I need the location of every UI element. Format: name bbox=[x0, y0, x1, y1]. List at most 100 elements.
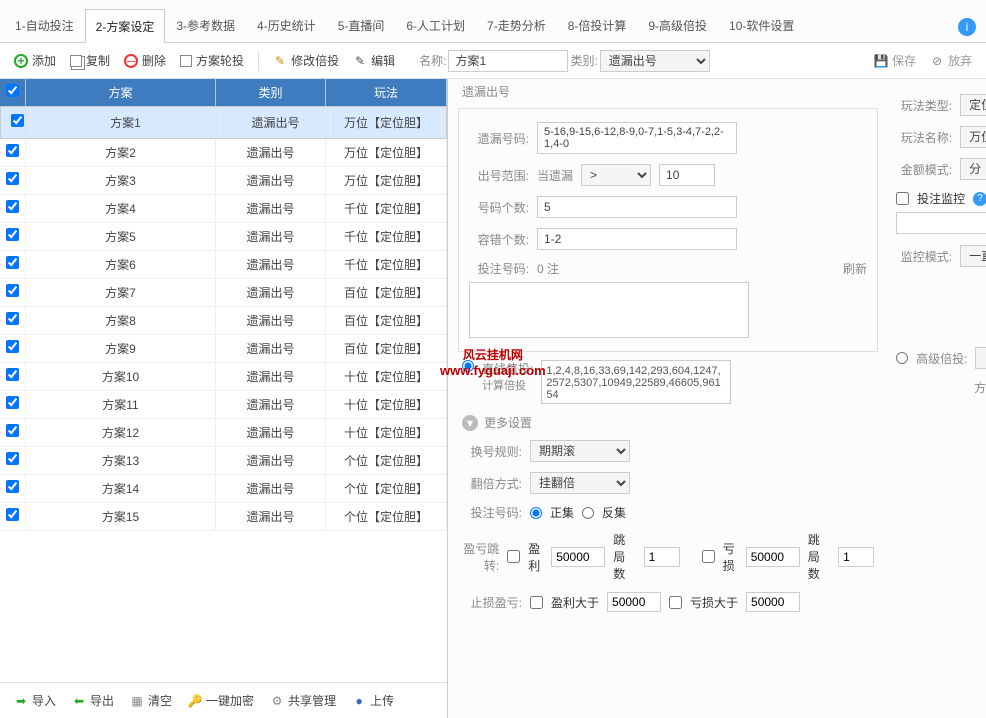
more-settings-header[interactable]: ▾更多设置 bbox=[462, 414, 888, 431]
row-checkbox[interactable] bbox=[6, 396, 19, 409]
table-row[interactable]: 方案5遗漏出号千位【定位胆】 bbox=[0, 223, 447, 251]
share-button[interactable]: ⚙共享管理 bbox=[264, 689, 342, 712]
row-checkbox[interactable] bbox=[6, 144, 19, 157]
cancel-button[interactable]: ⊘放弃 bbox=[924, 49, 978, 72]
loss-checkbox[interactable] bbox=[702, 550, 715, 563]
profit-gt-checkbox[interactable] bbox=[530, 596, 543, 609]
play-name-select[interactable]: 万位 bbox=[960, 126, 986, 148]
table-row[interactable]: 方案1遗漏出号万位【定位胆】 bbox=[0, 106, 447, 139]
play-type-select[interactable]: 定位胆 bbox=[960, 94, 986, 116]
loss-input[interactable] bbox=[746, 547, 800, 567]
loss-gt-checkbox[interactable] bbox=[669, 596, 682, 609]
row-checkbox[interactable] bbox=[6, 480, 19, 493]
save-button[interactable]: 💾保存 bbox=[868, 49, 922, 72]
encrypt-button[interactable]: 🔑一键加密 bbox=[182, 689, 260, 712]
table-row[interactable]: 方案8遗漏出号百位【定位胆】 bbox=[0, 307, 447, 335]
profit-checkbox[interactable] bbox=[507, 550, 520, 563]
header-play[interactable]: 玩法 bbox=[326, 79, 447, 106]
tab-4[interactable]: 5-直播间 bbox=[327, 8, 396, 42]
refresh-link[interactable]: 刷新 bbox=[843, 260, 867, 277]
miss-code-value[interactable]: 5-16,9-15,6-12,8-9,0-7,1-5,3-4,7-2,2-1,4… bbox=[537, 122, 737, 154]
range-op-select[interactable]: > bbox=[581, 164, 651, 186]
select-all-checkbox[interactable] bbox=[6, 84, 19, 97]
table-row[interactable]: 方案12遗漏出号十位【定位胆】 bbox=[0, 419, 447, 447]
edit-button[interactable]: ✎编辑 bbox=[347, 49, 401, 72]
name-input[interactable] bbox=[448, 50, 568, 72]
row-checkbox[interactable] bbox=[6, 368, 19, 381]
header-category[interactable]: 类别 bbox=[216, 79, 326, 106]
negative-radio[interactable] bbox=[582, 507, 594, 519]
tab-8[interactable]: 9-高级倍投 bbox=[637, 8, 718, 42]
plan-settings-link[interactable]: 方案设置 bbox=[974, 379, 986, 396]
tab-5[interactable]: 6-人工计划 bbox=[395, 8, 476, 42]
row-checkbox[interactable] bbox=[6, 172, 19, 185]
row-checkbox[interactable] bbox=[6, 340, 19, 353]
loss-gt-input[interactable] bbox=[746, 592, 800, 612]
add-button[interactable]: +添加 bbox=[8, 49, 62, 72]
tab-3[interactable]: 4-历史统计 bbox=[246, 8, 327, 42]
table-row[interactable]: 方案13遗漏出号个位【定位胆】 bbox=[0, 447, 447, 475]
row-checkbox-cell bbox=[0, 335, 26, 362]
calc-multiplier-link[interactable]: 计算倍投 bbox=[482, 380, 526, 392]
adv-multiplier-select[interactable] bbox=[975, 347, 986, 369]
table-row[interactable]: 方案11遗漏出号十位【定位胆】 bbox=[0, 391, 447, 419]
money-mode-select[interactable]: 分 bbox=[960, 158, 986, 180]
monitor-mode-select[interactable]: 一直监控 bbox=[960, 245, 986, 267]
table-row[interactable]: 方案3遗漏出号万位【定位胆】 bbox=[0, 167, 447, 195]
delete-button[interactable]: ─删除 bbox=[118, 49, 172, 72]
line-multiplier-radio[interactable] bbox=[462, 360, 474, 372]
table-row[interactable]: 方案15遗漏出号个位【定位胆】 bbox=[0, 503, 447, 531]
row-checkbox[interactable] bbox=[6, 508, 19, 521]
table-row[interactable]: 方案4遗漏出号千位【定位胆】 bbox=[0, 195, 447, 223]
upload-button[interactable]: ●上传 bbox=[346, 689, 400, 712]
tab-7[interactable]: 8-倍投计算 bbox=[557, 8, 638, 42]
info-icon[interactable]: i bbox=[958, 18, 976, 36]
monitor-checkbox[interactable] bbox=[896, 192, 909, 205]
gear-icon: ⚙ bbox=[270, 694, 284, 708]
help-icon[interactable]: ? bbox=[973, 192, 986, 206]
delete-label: 删除 bbox=[142, 52, 166, 69]
tab-6[interactable]: 7-走势分析 bbox=[476, 8, 557, 42]
row-checkbox[interactable] bbox=[6, 312, 19, 325]
clear-button[interactable]: ▦清空 bbox=[124, 689, 178, 712]
tolerance-input[interactable] bbox=[537, 228, 737, 250]
profit-input[interactable] bbox=[551, 547, 605, 567]
count-input[interactable] bbox=[537, 196, 737, 218]
row-checkbox[interactable] bbox=[6, 284, 19, 297]
tab-0[interactable]: 1-自动投注 bbox=[4, 8, 85, 42]
row-checkbox[interactable] bbox=[6, 452, 19, 465]
table-row[interactable]: 方案14遗漏出号个位【定位胆】 bbox=[0, 475, 447, 503]
row-checkbox[interactable] bbox=[11, 114, 24, 127]
jump-n-input[interactable] bbox=[644, 547, 680, 567]
monitor-input[interactable] bbox=[896, 212, 986, 234]
profit-gt-input[interactable] bbox=[607, 592, 661, 612]
copy-button[interactable]: 复制 bbox=[64, 49, 116, 72]
positive-radio[interactable] bbox=[530, 507, 542, 519]
line-multiplier-textarea[interactable]: 1,2,4,8,16,33,69,142,293,604,1247,2572,5… bbox=[541, 360, 731, 404]
jump-n2-input[interactable] bbox=[838, 547, 874, 567]
adv-multiplier-radio[interactable] bbox=[896, 352, 908, 364]
table-row[interactable]: 方案2遗漏出号万位【定位胆】 bbox=[0, 139, 447, 167]
edit-multiplier-button[interactable]: ✎修改倍投 bbox=[267, 49, 345, 72]
tab-1[interactable]: 2-方案设定 bbox=[85, 9, 166, 43]
row-checkbox[interactable] bbox=[6, 424, 19, 437]
table-row[interactable]: 方案10遗漏出号十位【定位胆】 bbox=[0, 363, 447, 391]
category-select[interactable]: 遗漏出号 bbox=[600, 50, 710, 72]
row-checkbox[interactable] bbox=[6, 256, 19, 269]
import-button[interactable]: ➡导入 bbox=[8, 689, 62, 712]
tab-9[interactable]: 10-软件设置 bbox=[718, 8, 805, 42]
bet-textarea[interactable] bbox=[469, 282, 749, 338]
flip-mode-select[interactable]: 挂翻倍 bbox=[530, 472, 630, 494]
rotate-button[interactable]: 方案轮投 bbox=[174, 49, 250, 72]
header-plan[interactable]: 方案 bbox=[26, 79, 216, 106]
row-checkbox[interactable] bbox=[6, 228, 19, 241]
swap-rule-select[interactable]: 期期滚 bbox=[530, 440, 630, 462]
header-checkbox-cell[interactable] bbox=[0, 79, 26, 106]
table-row[interactable]: 方案7遗漏出号百位【定位胆】 bbox=[0, 279, 447, 307]
range-value-input[interactable] bbox=[659, 164, 715, 186]
row-checkbox[interactable] bbox=[6, 200, 19, 213]
table-row[interactable]: 方案9遗漏出号百位【定位胆】 bbox=[0, 335, 447, 363]
export-button[interactable]: ⬅导出 bbox=[66, 689, 120, 712]
tab-2[interactable]: 3-参考数据 bbox=[165, 8, 246, 42]
table-row[interactable]: 方案6遗漏出号千位【定位胆】 bbox=[0, 251, 447, 279]
